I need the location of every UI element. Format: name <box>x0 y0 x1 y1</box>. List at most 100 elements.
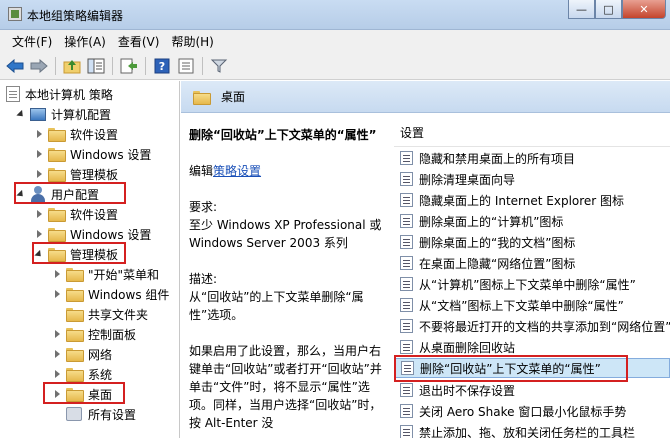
tree-item-start-menu[interactable]: "开始"菜单和 <box>52 264 159 284</box>
tree-label: Windows 设置 <box>70 147 152 162</box>
setting-row[interactable]: 从“计算机”图标上下文菜单中删除“属性” <box>394 274 670 294</box>
close-button[interactable]: ✕ <box>622 0 666 19</box>
show-hide-tree-button[interactable] <box>85 55 107 77</box>
setting-row[interactable]: 删除桌面上的“计算机”图标 <box>394 211 670 231</box>
tree-item-windows-components[interactable]: Windows 组件 <box>52 284 169 304</box>
tree-label: 共享文件夹 <box>88 307 149 322</box>
tree-item-root[interactable]: 本地计算机 策略 <box>6 84 113 104</box>
expand-toggle[interactable] <box>52 269 62 279</box>
settings-list: 设置 隐藏和禁用桌面上的所有项目 删除清理桌面向导 隐藏桌面上的 Interne… <box>394 114 670 438</box>
toolbar-separator <box>112 56 113 75</box>
setting-label: 从“计算机”图标上下文菜单中删除“属性” <box>419 277 636 292</box>
expand-toggle[interactable] <box>52 389 62 399</box>
setting-label: 隐藏桌面上的 Internet Explorer 图标 <box>419 193 625 208</box>
tree-label: 软件设置 <box>70 127 119 142</box>
tree-item-control-panel[interactable]: 控制面板 <box>52 324 136 344</box>
back-arrow-icon <box>6 58 24 73</box>
setting-label: 不要将最近打开的文档的共享添加到“网络位置” <box>419 319 670 334</box>
back-button[interactable] <box>4 55 26 77</box>
expand-toggle[interactable] <box>52 369 62 379</box>
policy-setting-icon <box>400 319 413 333</box>
setting-row[interactable]: 删除桌面上的“我的文档”图标 <box>394 232 670 252</box>
settings-column-header[interactable]: 设置 <box>394 114 670 140</box>
expand-toggle[interactable] <box>52 349 62 359</box>
description-pane: 删除“回收站”上下文菜单的“属性” 编辑策略设置 要求: 至少 Windows … <box>181 114 389 438</box>
expand-toggle[interactable] <box>52 289 62 299</box>
tree-item-cc-windows[interactable]: Windows 设置 <box>34 144 151 164</box>
up-button[interactable] <box>61 55 83 77</box>
setting-row-selected[interactable]: 删除“回收站”上下文菜单的“属性” <box>394 358 670 378</box>
window-title: 本地组策略编辑器 <box>27 9 124 23</box>
tree-label: 系统 <box>88 367 113 382</box>
setting-row[interactable]: 隐藏桌面上的 Internet Explorer 图标 <box>394 190 670 210</box>
tree-item-system[interactable]: 系统 <box>52 364 112 384</box>
tree-item-all-settings[interactable]: 所有设置 <box>52 404 136 424</box>
folder-icon <box>48 168 66 182</box>
setting-row[interactable]: 关闭 Aero Shake 窗口最小化鼠标手势 <box>394 401 670 421</box>
folder-icon <box>66 308 84 322</box>
tree-item-user-config[interactable]: 用户配置 <box>16 184 99 204</box>
minimize-button[interactable]: — <box>568 0 595 19</box>
setting-row[interactable]: 从“文档”图标上下文菜单中删除“属性” <box>394 295 670 315</box>
tree-item-cc-software[interactable]: 软件设置 <box>34 124 118 144</box>
properties-button[interactable] <box>175 55 197 77</box>
help-button[interactable]: ? <box>151 55 173 77</box>
tree-item-uc-admin[interactable]: 管理模板 <box>34 244 118 264</box>
setting-label: 删除“回收站”上下文菜单的“属性” <box>420 361 601 376</box>
toolbar: ? <box>0 52 670 80</box>
expand-toggle[interactable] <box>34 209 44 219</box>
filter-button[interactable] <box>208 55 230 77</box>
tree-label: "开始"菜单和 <box>88 267 160 282</box>
description-label: 描述: <box>189 272 218 286</box>
expand-toggle[interactable] <box>52 329 62 339</box>
tree-item-cc-admin[interactable]: 管理模板 <box>34 164 118 184</box>
menu-action[interactable]: 操作(A) <box>58 33 112 50</box>
setting-row[interactable]: 从桌面删除回收站 <box>394 337 670 357</box>
collapsed-chevron-icon <box>36 170 42 178</box>
expand-toggle[interactable] <box>34 229 44 239</box>
expand-toggle[interactable] <box>34 169 44 179</box>
menu-help[interactable]: 帮助(H) <box>165 33 219 50</box>
tree-item-shared-folders[interactable]: 共享文件夹 <box>52 304 148 324</box>
policy-setting-icon <box>400 277 413 291</box>
tree-item-desktop[interactable]: 桌面 <box>52 384 112 404</box>
expand-toggle[interactable] <box>34 149 44 159</box>
setting-row[interactable]: 删除清理桌面向导 <box>394 169 670 189</box>
all-settings-icon <box>66 407 82 421</box>
menu-view[interactable]: 查看(V) <box>112 33 166 50</box>
tree-item-uc-software[interactable]: 软件设置 <box>34 204 118 224</box>
setting-row[interactable]: 禁止添加、拖、放和关闭任务栏的工具栏 <box>394 422 670 438</box>
edit-policy-link[interactable]: 策略设置 <box>213 164 261 178</box>
setting-row[interactable]: 在桌面上隐藏“网络位置”图标 <box>394 253 670 273</box>
policy-title: 删除“回收站”上下文菜单的“属性” <box>189 128 377 142</box>
setting-row[interactable]: 退出时不保存设置 <box>394 380 670 400</box>
expand-toggle[interactable] <box>16 189 26 199</box>
export-list-button[interactable] <box>118 55 140 77</box>
properties-icon <box>178 58 194 73</box>
setting-row[interactable]: 隐藏和禁用桌面上的所有项目 <box>394 148 670 168</box>
folder-icon <box>48 228 66 242</box>
forward-button[interactable] <box>28 55 50 77</box>
category-header: 桌面 <box>181 81 670 113</box>
tree-item-uc-windows[interactable]: Windows 设置 <box>34 224 151 244</box>
expand-toggle[interactable] <box>16 109 26 119</box>
tree-item-computer-config[interactable]: 计算机配置 <box>16 104 111 124</box>
menu-bar: 文件(F) 操作(A) 查看(V) 帮助(H) <box>0 30 670 52</box>
policy-setting-icon <box>400 425 413 438</box>
menu-file[interactable]: 文件(F) <box>6 33 58 50</box>
setting-label: 关闭 Aero Shake 窗口最小化鼠标手势 <box>419 404 627 419</box>
collapsed-chevron-icon <box>54 350 60 358</box>
toolbar-separator <box>202 56 203 75</box>
maximize-button[interactable]: □ <box>595 0 622 19</box>
collapsed-chevron-icon <box>54 390 60 398</box>
policy-setting-icon <box>400 383 413 397</box>
expand-toggle[interactable] <box>34 249 44 259</box>
navigation-tree: 本地计算机 策略 计算机配置 软件设置 Windows 设置 管理模板 用户配置… <box>0 81 180 438</box>
requirements-text: 至少 Windows XP Professional 或 Windows Ser… <box>189 218 382 250</box>
policy-setting-icon <box>400 214 413 228</box>
user-icon <box>30 186 46 202</box>
expand-toggle[interactable] <box>34 129 44 139</box>
setting-row[interactable]: 不要将最近打开的文档的共享添加到“网络位置” <box>394 316 670 336</box>
tree-item-network[interactable]: 网络 <box>52 344 112 364</box>
collapsed-chevron-icon <box>36 150 42 158</box>
